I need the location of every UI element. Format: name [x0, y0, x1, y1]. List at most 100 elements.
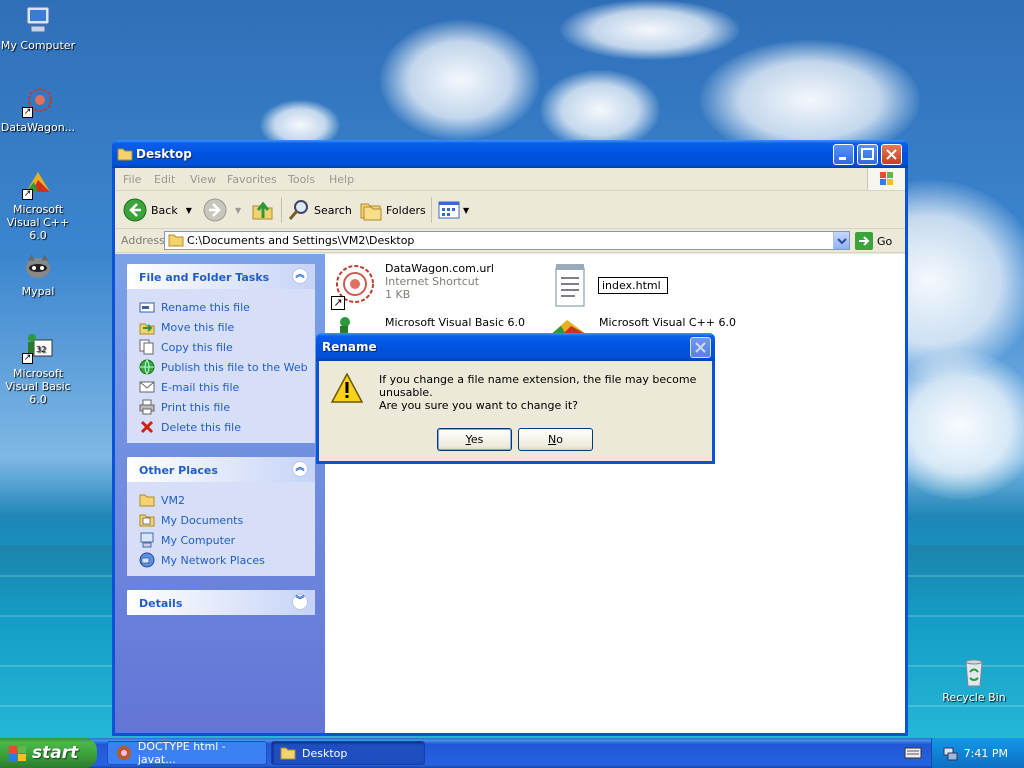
task-copy-file[interactable]: Copy this file	[139, 337, 309, 357]
file-size: 1 KB	[385, 288, 411, 301]
chevron-down-icon[interactable]: ▼	[186, 206, 192, 215]
file-item-datawagon[interactable]: ↗ DataWagon.com.url Internet Shortcut 1 …	[331, 262, 494, 310]
copy-icon	[139, 339, 155, 355]
task-email-file[interactable]: E-mail this file	[139, 377, 309, 397]
task-print-file[interactable]: Print this file	[139, 397, 309, 417]
desktop-icon-mypal[interactable]: Mypal	[0, 250, 78, 298]
menu-view[interactable]: View	[190, 173, 216, 186]
address-value: C:\Documents and Settings\VM2\Desktop	[187, 234, 415, 247]
task-label: Delete this file	[161, 420, 241, 434]
documents-folder-icon	[139, 512, 155, 528]
rename-icon	[139, 299, 155, 315]
go-label: Go	[877, 234, 893, 248]
file-view[interactable]: ↗ DataWagon.com.url Internet Shortcut 1 …	[325, 254, 905, 733]
panel-header[interactable]: Other Places ︽	[127, 457, 315, 482]
chevron-down-icon[interactable]: ︾	[292, 594, 308, 610]
menu-favorites[interactable]: Favorites	[227, 173, 277, 186]
place-label: My Network Places	[161, 553, 265, 567]
network-icon[interactable]	[942, 745, 958, 761]
dialog-titlebar[interactable]: Rename	[316, 333, 715, 361]
desktop-icon-datawagon[interactable]: ↗ DataWagon...	[0, 86, 78, 134]
shortcut-arrow-icon: ↗	[22, 189, 33, 200]
menu-edit[interactable]: Edit	[154, 173, 175, 186]
forward-button[interactable]: ▼	[203, 198, 241, 222]
taskbar: start DOCTYPE html - javat... Desktop 7:…	[0, 738, 1024, 768]
file-name: DataWagon.com.url	[385, 262, 494, 275]
toolbar-separator	[431, 197, 432, 223]
forward-arrow-icon	[203, 198, 227, 222]
task-label: Desktop	[302, 746, 348, 760]
task-move-file[interactable]: Move this file	[139, 317, 309, 337]
task-delete-file[interactable]: Delete this file	[139, 417, 309, 437]
datawagon-icon: ↗	[22, 86, 54, 118]
svg-text:32: 32	[36, 345, 46, 354]
taskbar-item-desktop[interactable]: Desktop	[271, 741, 425, 765]
file-item-index-html[interactable]	[551, 262, 591, 310]
address-label: Address	[121, 234, 165, 247]
place-my-computer[interactable]: My Computer	[139, 530, 309, 550]
address-input[interactable]: C:\Documents and Settings\VM2\Desktop	[164, 231, 850, 250]
place-label: VM2	[161, 493, 186, 507]
task-label: Move this file	[161, 320, 235, 334]
chevron-up-icon[interactable]: ︽	[292, 268, 308, 284]
folder-icon	[280, 747, 296, 760]
close-button[interactable]	[881, 144, 902, 165]
computer-icon	[22, 4, 54, 36]
panel-header[interactable]: File and Folder Tasks ︽	[127, 264, 315, 289]
task-rename-file[interactable]: Rename this file	[139, 297, 309, 317]
address-dropdown-button[interactable]	[833, 232, 849, 249]
chevron-up-icon[interactable]: ︽	[292, 461, 308, 477]
desktop-icon-my-computer[interactable]: My Computer	[0, 4, 78, 52]
panel-header[interactable]: Details ︾	[127, 590, 315, 615]
panel-title: Details	[139, 597, 183, 610]
place-vm2[interactable]: VM2	[139, 490, 309, 510]
task-pane: File and Folder Tasks ︽ Rename this file…	[115, 254, 325, 733]
rename-input[interactable]: index.html	[598, 277, 668, 294]
maximize-button[interactable]	[857, 144, 878, 165]
app-icon	[117, 746, 131, 760]
task-publish-web[interactable]: Publish this file to the Web	[139, 357, 309, 377]
chevron-down-icon[interactable]: ▼	[463, 206, 469, 215]
folders-button[interactable]: Folders	[359, 198, 426, 222]
email-icon	[139, 379, 155, 395]
clock[interactable]: 7:41 PM	[964, 747, 1008, 760]
minimize-button[interactable]	[833, 144, 854, 165]
menu-bar: File Edit View Favorites Tools Help	[115, 168, 905, 191]
up-folder-button[interactable]	[251, 198, 275, 222]
explorer-titlebar[interactable]: Desktop	[112, 140, 908, 168]
menu-tools[interactable]: Tools	[288, 173, 315, 186]
taskbar-item-javat[interactable]: DOCTYPE html - javat...	[107, 740, 267, 766]
start-button[interactable]: start	[0, 738, 97, 768]
task-label: Rename this file	[161, 300, 250, 314]
go-button[interactable]: Go	[855, 232, 892, 250]
task-label: DOCTYPE html - javat...	[137, 740, 226, 766]
desktop-icon-recycle-bin[interactable]: Recycle Bin	[934, 656, 1014, 704]
dialog-close-button[interactable]	[690, 337, 711, 358]
search-label: Search	[314, 203, 352, 217]
toolbar: Back ▼ ▼ Search Folders ▼	[115, 191, 905, 229]
views-button[interactable]: ▼	[437, 198, 469, 222]
menu-file[interactable]: File	[123, 173, 141, 186]
details-panel: Details ︾	[127, 590, 315, 615]
desktop-icon-label: Microsoft Visual Basic 6.0	[5, 367, 71, 406]
desktop-icon-visual-cpp[interactable]: ↗ Microsoft Visual C++ 6.0	[0, 168, 78, 242]
folders-label: Folders	[386, 203, 426, 217]
search-button[interactable]: Search	[287, 198, 352, 222]
visual-basic-icon: 32 ↗	[22, 332, 54, 364]
no-button[interactable]: No	[518, 428, 593, 451]
computer-icon	[139, 532, 155, 548]
back-button[interactable]: Back ▼	[123, 198, 192, 222]
network-icon	[139, 552, 155, 568]
menu-help[interactable]: Help	[329, 173, 354, 186]
place-my-documents[interactable]: My Documents	[139, 510, 309, 530]
desktop-icon-visual-basic[interactable]: 32 ↗ Microsoft Visual Basic 6.0	[0, 332, 78, 406]
keyboard-icon[interactable]	[904, 746, 922, 763]
place-label: My Documents	[161, 513, 244, 527]
yes-button[interactable]: Yes	[437, 428, 512, 451]
rename-dialog[interactable]: Rename If you change a file name extensi…	[316, 333, 715, 464]
dialog-message-line1: If you change a file name extension, the…	[379, 373, 697, 399]
place-my-network-places[interactable]: My Network Places	[139, 550, 309, 570]
task-label: Print this file	[161, 400, 231, 414]
notepad-document-icon	[551, 262, 591, 310]
yes-label: es	[470, 433, 484, 446]
